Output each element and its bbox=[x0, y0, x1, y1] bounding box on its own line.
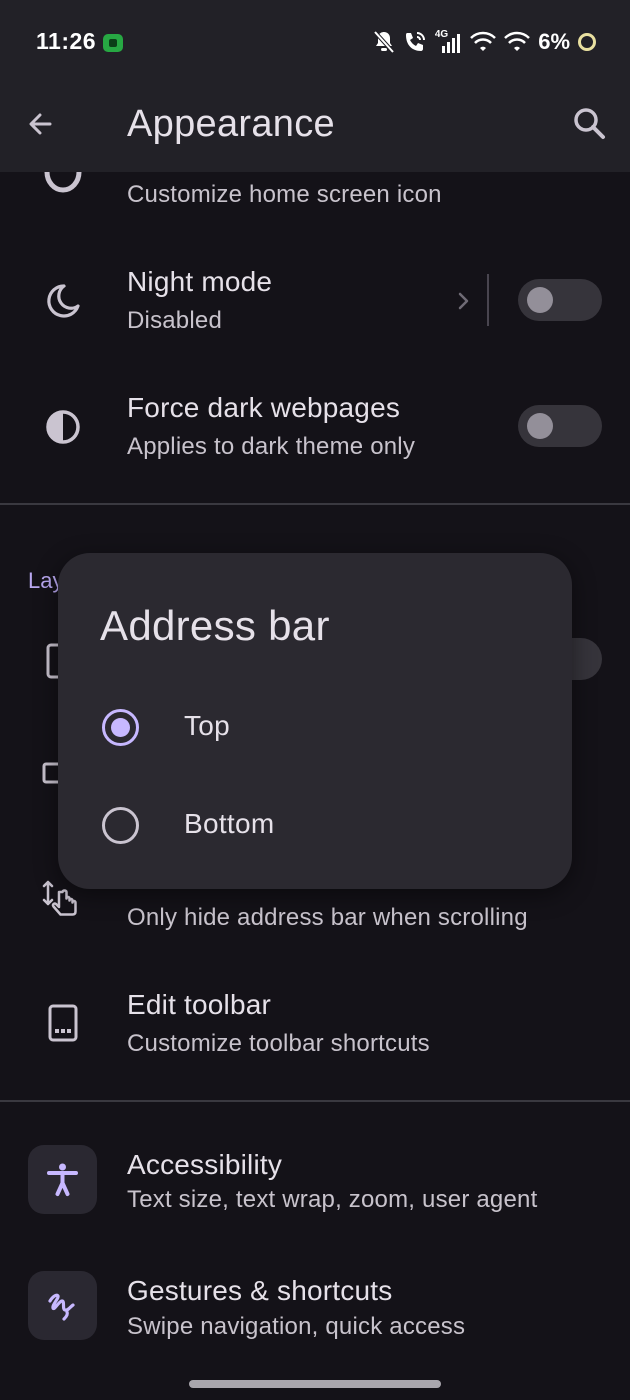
wifi-icon bbox=[504, 31, 531, 51]
bell-off-icon bbox=[373, 30, 395, 54]
force-dark-subtitle: Applies to dark theme only bbox=[127, 433, 416, 460]
accessibility-icon bbox=[47, 1163, 78, 1196]
address-bar-dialog: Address bar Top Bottom bbox=[58, 553, 572, 889]
accessibility-title: Accessibility bbox=[127, 1149, 283, 1180]
gestures-tile bbox=[28, 1271, 97, 1340]
appearance-settings-screen: 11:26 4G 6% Appearance Customize home sc… bbox=[0, 0, 630, 1400]
vertical-divider bbox=[487, 274, 489, 326]
wifi-icon bbox=[470, 31, 497, 51]
back-arrow-icon[interactable] bbox=[20, 102, 64, 146]
app-icon-shape-icon bbox=[44, 171, 82, 193]
vpn-shield-icon bbox=[103, 34, 123, 52]
gestures-subtitle: Swipe navigation, quick access bbox=[127, 1313, 466, 1340]
moon-icon bbox=[47, 284, 80, 318]
gesture-navigation-handle[interactable] bbox=[189, 1380, 441, 1388]
radio-label-top: Top bbox=[184, 710, 231, 741]
chevron-right-icon[interactable] bbox=[452, 287, 476, 315]
gesture-icon bbox=[48, 1293, 75, 1321]
section-divider bbox=[0, 1100, 630, 1102]
radio-button-unselected[interactable] bbox=[102, 807, 139, 844]
radio-label-bottom: Bottom bbox=[184, 808, 275, 839]
battery-percentage: 6% bbox=[538, 29, 570, 54]
radio-option-top[interactable]: Top bbox=[58, 690, 572, 766]
night-mode-toggle[interactable] bbox=[518, 279, 602, 321]
wifi-calling-icon bbox=[405, 32, 425, 51]
force-dark-title: Force dark webpages bbox=[127, 392, 401, 423]
toolbar-icon bbox=[48, 1004, 78, 1042]
night-mode-subtitle: Disabled bbox=[127, 307, 222, 334]
edit-toolbar-subtitle: Customize toolbar shortcuts bbox=[127, 1030, 430, 1057]
night-mode-title: Night mode bbox=[127, 266, 273, 297]
accessibility-tile bbox=[28, 1145, 97, 1214]
dialog-title: Address bar bbox=[100, 602, 330, 649]
hide-address-bar-subtitle: Only hide address bar when scrolling bbox=[127, 904, 528, 931]
edit-toolbar-title: Edit toolbar bbox=[127, 989, 272, 1020]
radio-option-bottom[interactable]: Bottom bbox=[58, 788, 572, 864]
battery-ring-icon bbox=[578, 33, 596, 51]
app-bar: Appearance bbox=[0, 88, 630, 172]
section-divider bbox=[0, 503, 630, 505]
contrast-icon bbox=[46, 410, 80, 444]
status-bar: 11:26 4G 6% bbox=[0, 0, 630, 88]
search-icon[interactable] bbox=[568, 102, 612, 146]
status-indicators: 4G 6% bbox=[373, 26, 596, 58]
status-time: 11:26 bbox=[36, 28, 97, 54]
gestures-title: Gestures & shortcuts bbox=[127, 1275, 393, 1306]
app-icon-subtitle: Customize home screen icon bbox=[127, 181, 442, 208]
accessibility-subtitle: Text size, text wrap, zoom, user agent bbox=[127, 1186, 538, 1213]
page-title: Appearance bbox=[127, 103, 335, 145]
network-type-label: 4G bbox=[434, 28, 449, 40]
radio-button-selected[interactable] bbox=[102, 709, 139, 746]
force-dark-toggle[interactable] bbox=[518, 405, 602, 447]
